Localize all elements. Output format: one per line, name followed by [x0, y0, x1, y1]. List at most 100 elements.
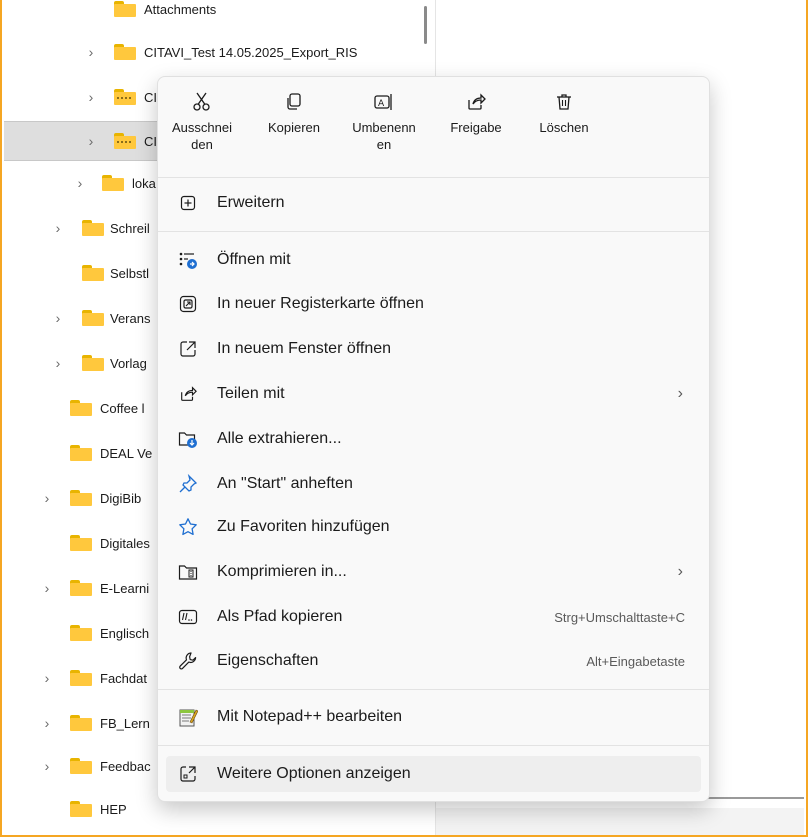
rename-label-line1: Umbenenn: [352, 120, 416, 135]
tree-label: CI: [144, 133, 157, 149]
extract-icon: [178, 429, 198, 449]
chevron-right-icon[interactable]: ›: [42, 580, 52, 596]
content-bottom-area: [436, 808, 804, 835]
folder-icon: [82, 265, 104, 281]
pin-icon: [178, 474, 198, 494]
menu-item-open-new-window[interactable]: In neuem Fenster öffnen: [166, 331, 701, 367]
share-button[interactable]: Freigabe: [438, 85, 514, 175]
share-label: Freigabe: [450, 120, 502, 135]
tree-label: CITAVI_Test 14.05.2025_Export_RIS: [144, 44, 358, 60]
tree-label: Coffee l: [100, 400, 145, 416]
folder-icon: [102, 175, 124, 191]
rename-button[interactable]: A Umbenenn en: [342, 85, 426, 175]
tree-label: DigiBib: [100, 490, 142, 506]
tree-label: FB_Lern: [100, 715, 150, 731]
new-window-icon: [178, 339, 198, 359]
menu-item-extract-all[interactable]: Alle extrahieren...: [166, 421, 701, 457]
chevron-right-icon[interactable]: ›: [53, 220, 63, 236]
menu-item-label: Teilen mit: [217, 385, 285, 402]
tree-label: loka: [132, 175, 156, 191]
new-tab-icon: [178, 294, 198, 314]
menu-item-share-with[interactable]: Teilen mit ›: [166, 376, 701, 412]
folder-icon: [82, 220, 104, 236]
shortcut-label: Strg+Umschalttaste+C: [554, 609, 685, 625]
tree-label: Attachments: [144, 1, 217, 17]
chevron-right-icon[interactable]: ›: [86, 133, 96, 149]
tree-row[interactable]: Attachments: [4, 0, 434, 26]
delete-label: Löschen: [539, 120, 589, 135]
copy-button[interactable]: Kopieren: [256, 85, 332, 175]
folder-icon: [70, 625, 92, 641]
folder-icon: [70, 445, 92, 461]
tree-label: Verans: [110, 310, 151, 326]
menu-item-properties[interactable]: Eigenschaften Alt+Eingabetaste: [166, 643, 701, 679]
tree-label: Feedbac: [100, 758, 151, 774]
copy-icon: [284, 85, 304, 119]
chevron-right-icon[interactable]: ›: [42, 670, 52, 686]
menu-separator: [158, 177, 709, 178]
submenu-chevron-icon: ›: [677, 563, 683, 580]
svg-text:A: A: [378, 99, 385, 109]
menu-item-open-with[interactable]: Öffnen mit: [166, 242, 701, 278]
tree-label: Digitales: [100, 535, 150, 551]
cut-label-line2: den: [191, 137, 213, 152]
folder-icon: [70, 580, 92, 596]
menu-item-label: Eigenschaften: [217, 652, 319, 669]
folder-icon: [70, 400, 92, 416]
copy-label: Kopieren: [267, 120, 321, 135]
chevron-right-icon[interactable]: ›: [75, 175, 85, 191]
menu-item-compress[interactable]: Komprimieren in... ›: [166, 554, 701, 590]
tree-label: Schreil: [110, 220, 150, 236]
cut-label-line1: Ausschnei: [172, 120, 232, 135]
chevron-right-icon[interactable]: ›: [53, 355, 63, 371]
cut-button[interactable]: Ausschnei den: [164, 85, 240, 175]
menu-item-label: Öffnen mit: [217, 251, 291, 268]
context-menu: Ausschnei den Kopieren A Umbenenn en Fre…: [157, 76, 710, 802]
menu-item-copy-path[interactable]: Als Pfad kopieren Strg+Umschalttaste+C: [166, 599, 701, 635]
menu-separator: [158, 689, 709, 690]
folder-icon: [114, 44, 136, 60]
menu-item-label: Zu Favoriten hinzufügen: [217, 518, 390, 535]
folder-icon: [82, 310, 104, 326]
chevron-right-icon[interactable]: ›: [53, 310, 63, 326]
chevron-right-icon[interactable]: ›: [42, 715, 52, 731]
tree-label: Selbstl: [110, 265, 150, 281]
expand-plus-icon: [178, 193, 198, 213]
chevron-right-icon[interactable]: ›: [86, 44, 96, 60]
folder-icon: [82, 355, 104, 371]
scissors-icon: [192, 85, 212, 119]
delete-button[interactable]: Löschen: [526, 85, 602, 175]
folder-icon: [70, 490, 92, 506]
submenu-chevron-icon: ›: [677, 385, 683, 402]
tree-row[interactable]: › CITAVI_Test 14.05.2025_Export_RIS: [4, 35, 434, 69]
menu-item-add-favorites[interactable]: Zu Favoriten hinzufügen: [166, 509, 701, 545]
folder-icon: [70, 758, 92, 774]
menu-item-open-new-tab[interactable]: In neuer Registerkarte öffnen: [166, 286, 701, 322]
menu-item-label: In neuem Fenster öffnen: [217, 340, 392, 357]
menu-item-more-options[interactable]: Weitere Optionen anzeigen: [166, 756, 701, 792]
tree-label: HEP: [100, 801, 127, 817]
open-with-icon: [178, 250, 198, 270]
folder-icon: [70, 801, 92, 817]
folder-icon: [70, 535, 92, 551]
menu-separator: [158, 231, 709, 232]
copy-path-icon: [178, 607, 198, 627]
chevron-right-icon[interactable]: ›: [86, 89, 96, 105]
tree-label: Englisch: [100, 625, 150, 641]
trash-icon: [554, 85, 574, 119]
menu-item-expand[interactable]: Erweitern: [166, 185, 701, 221]
tree-label: Vorlag: [110, 355, 147, 371]
chevron-right-icon[interactable]: ›: [42, 758, 52, 774]
zip-folder-icon: [114, 133, 136, 149]
more-options-icon: [178, 764, 198, 784]
chevron-right-icon[interactable]: ›: [42, 490, 52, 506]
menu-item-pin-start[interactable]: An "Start" anheften: [166, 466, 701, 502]
rename-label-line2: en: [376, 137, 392, 152]
wrench-icon: [178, 651, 198, 671]
menu-item-label: In neuer Registerkarte öffnen: [217, 295, 424, 312]
menu-item-label: An "Start" anheften: [217, 475, 353, 492]
nav-scrollbar-thumb[interactable]: [424, 6, 427, 44]
menu-item-notepadpp[interactable]: Mit Notepad++ bearbeiten: [166, 699, 701, 735]
tree-label: DEAL Ve: [100, 445, 153, 461]
rename-icon: A: [373, 85, 395, 119]
